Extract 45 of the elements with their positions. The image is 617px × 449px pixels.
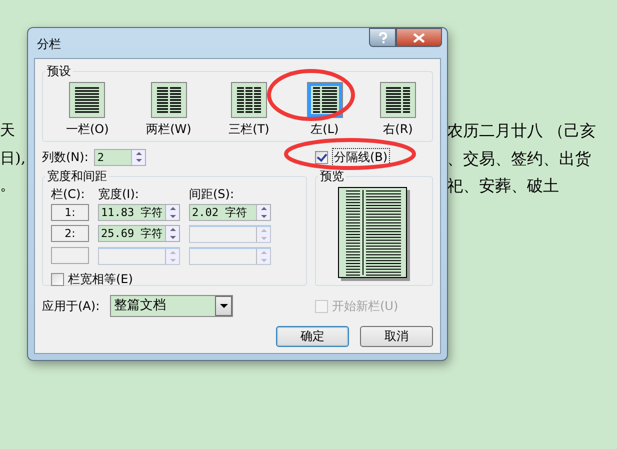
- column-number-field: 1:: [51, 204, 89, 221]
- preset-label: 一栏(O): [66, 121, 109, 138]
- preset-label: 右(R): [383, 121, 413, 138]
- close-button[interactable]: [396, 28, 442, 47]
- columns-icon: [236, 87, 262, 113]
- document-text: 、交易、签约、出货: [447, 148, 592, 170]
- width-spinner[interactable]: 11.83 字符: [98, 204, 180, 221]
- field-label: 列数(N):: [42, 148, 88, 166]
- preset-label: 三栏(T): [228, 121, 270, 138]
- column-header: 栏(C):: [51, 186, 86, 200]
- preset-option[interactable]: [306, 82, 343, 118]
- preset-label: 两栏(W): [146, 121, 192, 138]
- help-icon: [376, 32, 388, 44]
- document-text: 祀、安葬、破土: [447, 175, 560, 197]
- line-between-checkbox[interactable]: 分隔线(B): [315, 146, 433, 168]
- columns-icon: [74, 87, 100, 113]
- column-number-field: 2:: [51, 225, 89, 242]
- preset-label: 左(L): [310, 121, 339, 138]
- group-label: 预设: [46, 63, 72, 80]
- preset-option[interactable]: [69, 82, 106, 118]
- spacing-spinner[interactable]: 2.02 字符: [189, 204, 271, 221]
- close-icon: [413, 32, 425, 42]
- preset-option[interactable]: [231, 82, 268, 118]
- columns-icon: [312, 87, 338, 113]
- window-title: 分栏: [37, 36, 61, 53]
- columns-icon: [156, 87, 182, 113]
- apply-to-dropdown[interactable]: 整篇文档: [110, 295, 233, 317]
- cancel-button[interactable]: 取消: [360, 326, 433, 347]
- width-spinner[interactable]: 25.69 字符: [98, 225, 180, 242]
- field-label: 应用于(A):: [42, 298, 101, 314]
- ok-button[interactable]: 确定: [276, 326, 349, 347]
- column-count-spinner[interactable]: 2: [94, 148, 146, 166]
- column-header: 宽度(I):: [98, 186, 140, 200]
- column-header: 间距(S):: [189, 186, 236, 200]
- group-label: 预览: [319, 168, 345, 185]
- document-text: 。: [0, 175, 15, 196]
- document-text: 农历二月廿八 （己亥: [447, 120, 598, 142]
- document-text: 日),: [0, 148, 26, 168]
- document-text: 天: [0, 120, 15, 141]
- help-button[interactable]: [369, 28, 396, 47]
- equal-width-checkbox[interactable]: 栏宽相等(E): [51, 271, 298, 288]
- columns-icon: [385, 87, 411, 113]
- preset-option[interactable]: [150, 82, 187, 118]
- group-label: 宽度和间距: [46, 168, 108, 185]
- preset-option[interactable]: [380, 82, 416, 118]
